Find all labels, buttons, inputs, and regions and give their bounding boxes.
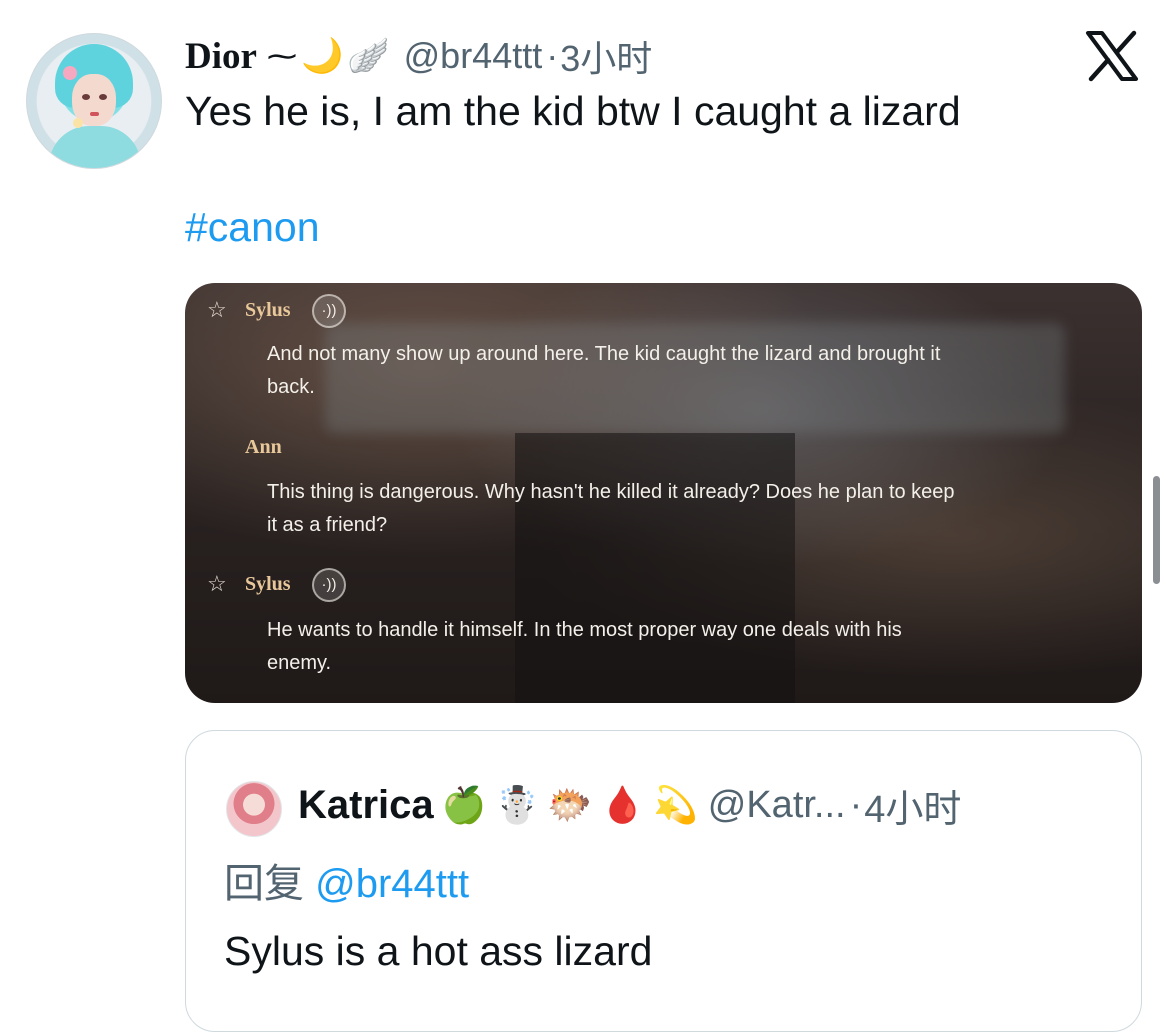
speaker-name: Ann	[245, 436, 282, 458]
tweet-text: Yes he is, I am the kid btw I caught a l…	[185, 88, 961, 134]
scrollbar[interactable]	[1153, 476, 1160, 584]
speaker-name: Sylus	[245, 299, 291, 321]
quoted-author-avatar[interactable]	[226, 781, 282, 837]
quoted-tweet-text: Sylus is a hot ass lizard	[224, 928, 653, 974]
audio-icon: ·))	[312, 294, 346, 328]
star-icon: ☆	[207, 571, 227, 596]
blowfish-emoji: 🐡	[547, 784, 593, 825]
hashtag-link[interactable]: #canon	[185, 204, 320, 251]
star-icon: ☆	[207, 297, 227, 322]
author-avatar[interactable]	[26, 33, 162, 169]
quoted-tweet-header: Katrica 🍏 ☃️ 🐡 🩸 💫 @Katr... · 4小时	[298, 777, 961, 833]
audio-icon: ·))	[312, 568, 346, 602]
reply-mention-link[interactable]: @br44ttt	[315, 862, 469, 906]
x-logo-icon[interactable]	[1084, 30, 1140, 82]
moon-emoji: 🌙	[300, 37, 344, 75]
reply-context: 回复 @br44ttt	[224, 851, 469, 909]
speaker-name: Sylus	[245, 573, 291, 595]
dialogue-line: enemy.	[267, 652, 332, 674]
dialogue-line: back.	[267, 376, 315, 398]
tweet-time[interactable]: 3小时	[560, 30, 652, 82]
dialogue-line: it as a friend?	[267, 514, 388, 536]
author-handle[interactable]: @br44ttt	[404, 35, 543, 77]
name-decoration: ⁓	[266, 39, 297, 73]
dialogue-line: And not many show up around here. The ki…	[267, 343, 941, 365]
separator-dot: ·	[546, 35, 559, 76]
dialogue-line: This thing is dangerous. Why hasn't he k…	[267, 481, 955, 503]
quoted-tweet-time[interactable]: 4小时	[864, 778, 961, 833]
quoted-author-name[interactable]: Katrica	[298, 783, 434, 828]
quoted-author-handle[interactable]: @Katr...	[708, 784, 846, 827]
wing-emoji: 🪽	[347, 37, 390, 75]
author-name[interactable]: Dior	[185, 35, 257, 78]
separator-dot: ·	[849, 783, 863, 826]
tweet-header: Dior ⁓ 🌙 🪽 @br44ttt · 3小时	[185, 30, 652, 82]
tweet-media-image[interactable]: ☆ Sylus ·)) And not many show up around …	[185, 283, 1142, 703]
dizzy-emoji: 💫	[652, 784, 698, 825]
quoted-tweet[interactable]: Katrica 🍏 ☃️ 🐡 🩸 💫 @Katr... · 4小时 回复 @br…	[185, 730, 1142, 1032]
blood-drop-emoji: 🩸	[600, 784, 645, 825]
snowman-emoji: ☃️	[494, 784, 540, 825]
apple-emoji: 🍏	[441, 784, 487, 825]
reply-prefix: 回复	[224, 862, 304, 906]
dialogue-line: He wants to handle it himself. In the mo…	[267, 619, 902, 641]
